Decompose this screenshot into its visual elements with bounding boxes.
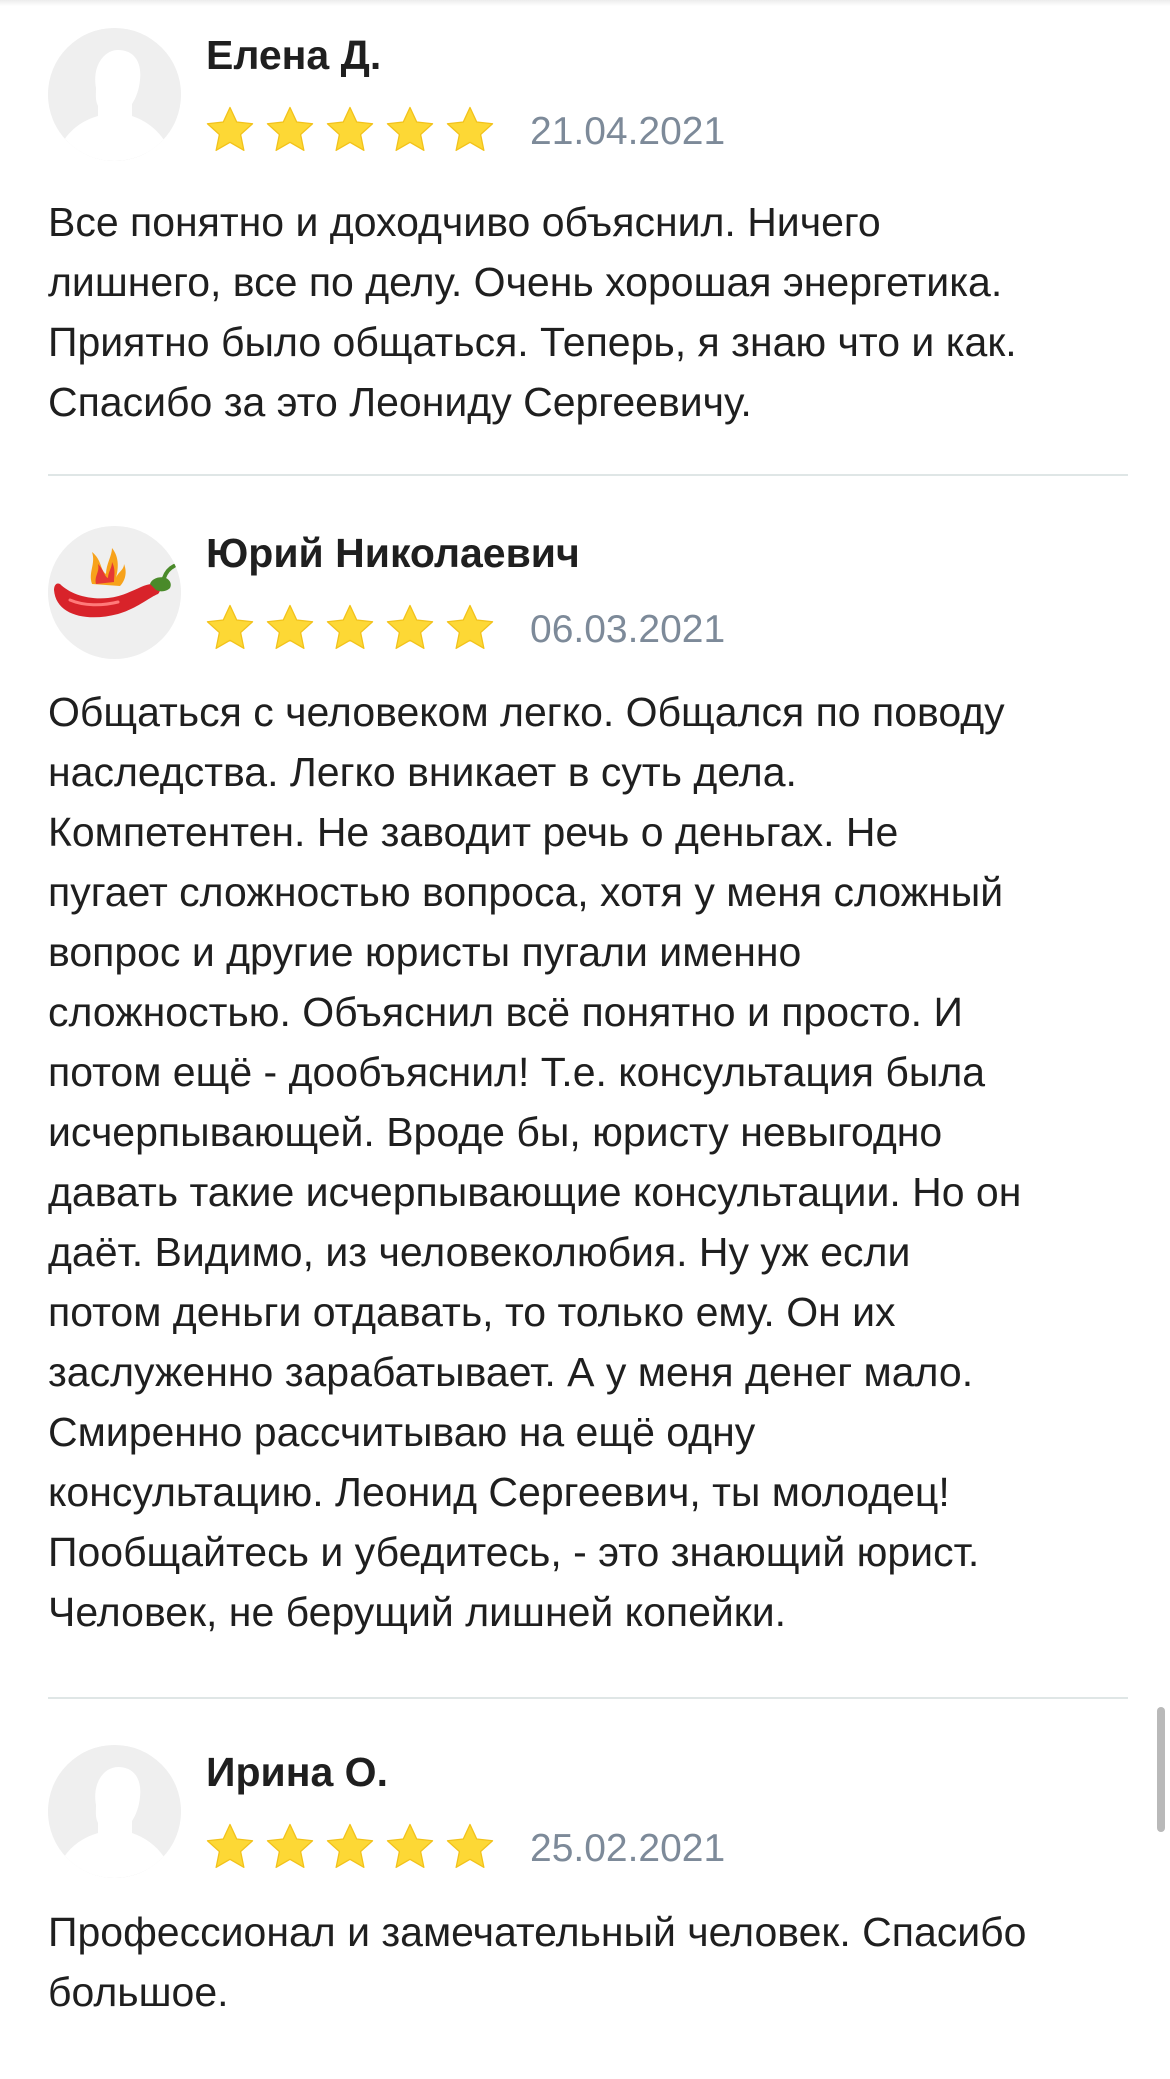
review-divider bbox=[48, 1697, 1128, 1699]
review-card: Елена Д. 21.04.2021 Все понятно и доходч… bbox=[48, 28, 1128, 428]
review-author[interactable]: Елена Д. bbox=[206, 32, 381, 79]
review-card: Юрий Николаевич 06.03.2021 Общаться с че… bbox=[48, 526, 1128, 1666]
star-icon bbox=[386, 106, 434, 152]
avatar bbox=[48, 1745, 181, 1878]
avatar bbox=[48, 28, 181, 161]
star-icon bbox=[266, 1823, 314, 1869]
star-icon bbox=[446, 106, 494, 152]
star-icon bbox=[446, 1823, 494, 1869]
star-icon bbox=[326, 604, 374, 650]
rating-stars bbox=[204, 602, 496, 654]
star-icon bbox=[446, 604, 494, 650]
avatar bbox=[48, 526, 181, 659]
rating-stars bbox=[204, 104, 496, 156]
star-icon bbox=[326, 106, 374, 152]
review-divider bbox=[48, 474, 1128, 476]
star-icon bbox=[206, 106, 254, 152]
review-date: 06.03.2021 bbox=[530, 608, 726, 651]
star-icon bbox=[386, 1823, 434, 1869]
review-text: Общаться с человеком легко. Общался по п… bbox=[48, 689, 1022, 1635]
review-text: Профессионал и замечательный человек. Сп… bbox=[48, 1909, 1027, 2015]
user-silhouette-icon bbox=[48, 1745, 181, 1878]
review-author[interactable]: Ирина О. bbox=[206, 1749, 388, 1796]
user-silhouette-icon bbox=[48, 28, 181, 161]
star-icon bbox=[206, 604, 254, 650]
star-icon bbox=[386, 604, 434, 650]
chili-pepper-icon bbox=[48, 526, 181, 659]
review-card: Ирина О. 25.02.2021 Профессионал и замеч… bbox=[48, 1745, 1128, 2045]
star-icon bbox=[326, 1823, 374, 1869]
review-date: 25.02.2021 bbox=[530, 1827, 726, 1870]
review-date: 21.04.2021 bbox=[530, 110, 726, 153]
scrollbar-thumb[interactable] bbox=[1157, 1707, 1165, 1832]
star-icon bbox=[206, 1823, 254, 1869]
top-edge-shadow bbox=[0, 0, 1170, 6]
star-icon bbox=[266, 604, 314, 650]
review-text: Все понятно и доходчиво объяснил. Ничего… bbox=[48, 199, 1017, 425]
review-author[interactable]: Юрий Николаевич bbox=[206, 530, 580, 577]
rating-stars bbox=[204, 1821, 496, 1873]
star-icon bbox=[266, 106, 314, 152]
